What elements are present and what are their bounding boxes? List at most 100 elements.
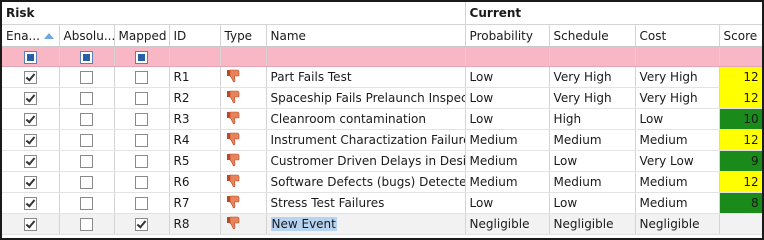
- col-header-probability[interactable]: Probability: [465, 24, 550, 47]
- mapped-checkbox[interactable]: [135, 155, 148, 168]
- filter-cost[interactable]: [635, 46, 720, 67]
- mapped-checkbox[interactable]: [135, 134, 148, 147]
- absolute-checkbox[interactable]: [80, 176, 93, 189]
- table-row[interactable]: R1 Part Fails Test Low Very High Very Hi…: [2, 66, 762, 88]
- absolute-checkbox[interactable]: [80, 92, 93, 105]
- col-header-absolute[interactable]: Absolu...: [59, 24, 115, 47]
- table-row[interactable]: R7 Stress Test Failures Low Low Medium 8: [2, 192, 762, 214]
- schedule-cell[interactable]: Medium: [549, 171, 636, 193]
- enabled-cell[interactable]: [2, 192, 60, 214]
- schedule-cell[interactable]: Medium: [549, 129, 636, 151]
- enabled-checkbox[interactable]: [23, 155, 37, 168]
- cost-cell[interactable]: Very High: [635, 87, 720, 109]
- col-header-cost[interactable]: Cost: [635, 24, 720, 47]
- absolute-checkbox[interactable]: [80, 134, 93, 147]
- absolute-checkbox[interactable]: [80, 113, 93, 126]
- probability-cell[interactable]: Low: [465, 66, 550, 88]
- absolute-cell[interactable]: [59, 171, 115, 193]
- probability-cell[interactable]: Medium: [465, 129, 550, 151]
- enabled-cell[interactable]: [2, 66, 60, 88]
- mapped-cell[interactable]: [114, 129, 170, 151]
- name-cell[interactable]: Software Defects (bugs) Detected: [266, 171, 466, 193]
- enabled-checkbox[interactable]: [23, 218, 37, 231]
- schedule-cell[interactable]: Very High: [549, 66, 636, 88]
- mapped-cell[interactable]: [114, 87, 170, 109]
- col-header-enabled[interactable]: Ena...: [2, 24, 60, 47]
- filter-name[interactable]: [266, 46, 466, 67]
- mapped-checkbox[interactable]: [135, 218, 148, 231]
- mapped-cell[interactable]: [114, 108, 170, 130]
- filter-absolute-checkbox[interactable]: [80, 50, 93, 64]
- cost-cell[interactable]: Medium: [635, 171, 720, 193]
- enabled-cell[interactable]: [2, 129, 60, 151]
- enabled-cell[interactable]: [2, 171, 60, 193]
- mapped-checkbox[interactable]: [135, 176, 148, 189]
- mapped-checkbox[interactable]: [135, 71, 148, 84]
- filter-enabled-checkbox[interactable]: [23, 50, 37, 64]
- absolute-checkbox[interactable]: [80, 155, 93, 168]
- mapped-checkbox[interactable]: [135, 92, 148, 105]
- col-header-mapped[interactable]: Mapped: [114, 24, 170, 47]
- mapped-cell[interactable]: [114, 171, 170, 193]
- mapped-cell[interactable]: [114, 192, 170, 214]
- name-cell[interactable]: Cleanroom contamination: [266, 108, 466, 130]
- filter-absolute[interactable]: [59, 46, 115, 67]
- name-cell[interactable]: Instrument Charactization Failure: [266, 129, 466, 151]
- filter-score[interactable]: [719, 46, 762, 67]
- name-cell[interactable]: Spaceship Fails Prelaunch Inspecti...: [266, 87, 466, 109]
- col-header-type[interactable]: Type: [220, 24, 267, 47]
- enabled-checkbox[interactable]: [23, 197, 37, 210]
- filter-id[interactable]: [169, 46, 221, 67]
- schedule-cell[interactable]: Low: [549, 150, 636, 172]
- table-row[interactable]: R6 Software Defects (bugs) Detected Medi…: [2, 171, 762, 193]
- cost-cell[interactable]: Very High: [635, 66, 720, 88]
- cost-cell[interactable]: Medium: [635, 129, 720, 151]
- probability-cell[interactable]: Medium: [465, 171, 550, 193]
- cost-cell[interactable]: Very Low: [635, 150, 720, 172]
- cost-cell[interactable]: Low: [635, 108, 720, 130]
- probability-cell[interactable]: Low: [465, 192, 550, 214]
- probability-cell[interactable]: Low: [465, 87, 550, 109]
- absolute-cell[interactable]: [59, 87, 115, 109]
- name-cell[interactable]: Stress Test Failures: [266, 192, 466, 214]
- cost-cell[interactable]: Negligible: [635, 213, 720, 235]
- probability-cell[interactable]: Negligible: [465, 213, 550, 235]
- col-header-score[interactable]: Score: [719, 24, 762, 47]
- mapped-checkbox[interactable]: [135, 113, 148, 126]
- schedule-cell[interactable]: Very High: [549, 87, 636, 109]
- probability-cell[interactable]: Medium: [465, 150, 550, 172]
- absolute-cell[interactable]: [59, 192, 115, 214]
- mapped-checkbox[interactable]: [135, 197, 148, 210]
- absolute-checkbox[interactable]: [80, 197, 93, 210]
- col-header-name[interactable]: Name: [266, 24, 466, 47]
- name-cell[interactable]: Custromer Driven Delays in Desig...: [266, 150, 466, 172]
- enabled-cell[interactable]: [2, 150, 60, 172]
- absolute-cell[interactable]: [59, 129, 115, 151]
- enabled-checkbox[interactable]: [23, 134, 37, 147]
- schedule-cell[interactable]: Negligible: [549, 213, 636, 235]
- col-header-schedule[interactable]: Schedule: [549, 24, 636, 47]
- schedule-cell[interactable]: Low: [549, 192, 636, 214]
- enabled-cell[interactable]: [2, 213, 60, 235]
- enabled-checkbox[interactable]: [23, 71, 37, 84]
- schedule-cell[interactable]: High: [549, 108, 636, 130]
- cost-cell[interactable]: Medium: [635, 192, 720, 214]
- name-cell[interactable]: New Event: [266, 213, 466, 235]
- table-row[interactable]: R8 New Event Negligible Negligible Negli…: [2, 213, 762, 235]
- mapped-cell[interactable]: [114, 150, 170, 172]
- enabled-checkbox[interactable]: [23, 176, 37, 189]
- enabled-checkbox[interactable]: [23, 113, 37, 126]
- filter-type[interactable]: [220, 46, 267, 67]
- enabled-checkbox[interactable]: [23, 92, 37, 105]
- absolute-checkbox[interactable]: [80, 218, 93, 231]
- filter-mapped-checkbox[interactable]: [135, 50, 148, 64]
- filter-schedule[interactable]: [549, 46, 636, 67]
- probability-cell[interactable]: Low: [465, 108, 550, 130]
- enabled-cell[interactable]: [2, 87, 60, 109]
- filter-enabled[interactable]: [2, 46, 60, 67]
- name-cell[interactable]: Part Fails Test: [266, 66, 466, 88]
- absolute-checkbox[interactable]: [80, 71, 93, 84]
- absolute-cell[interactable]: [59, 108, 115, 130]
- filter-probability[interactable]: [465, 46, 550, 67]
- mapped-cell[interactable]: [114, 213, 170, 235]
